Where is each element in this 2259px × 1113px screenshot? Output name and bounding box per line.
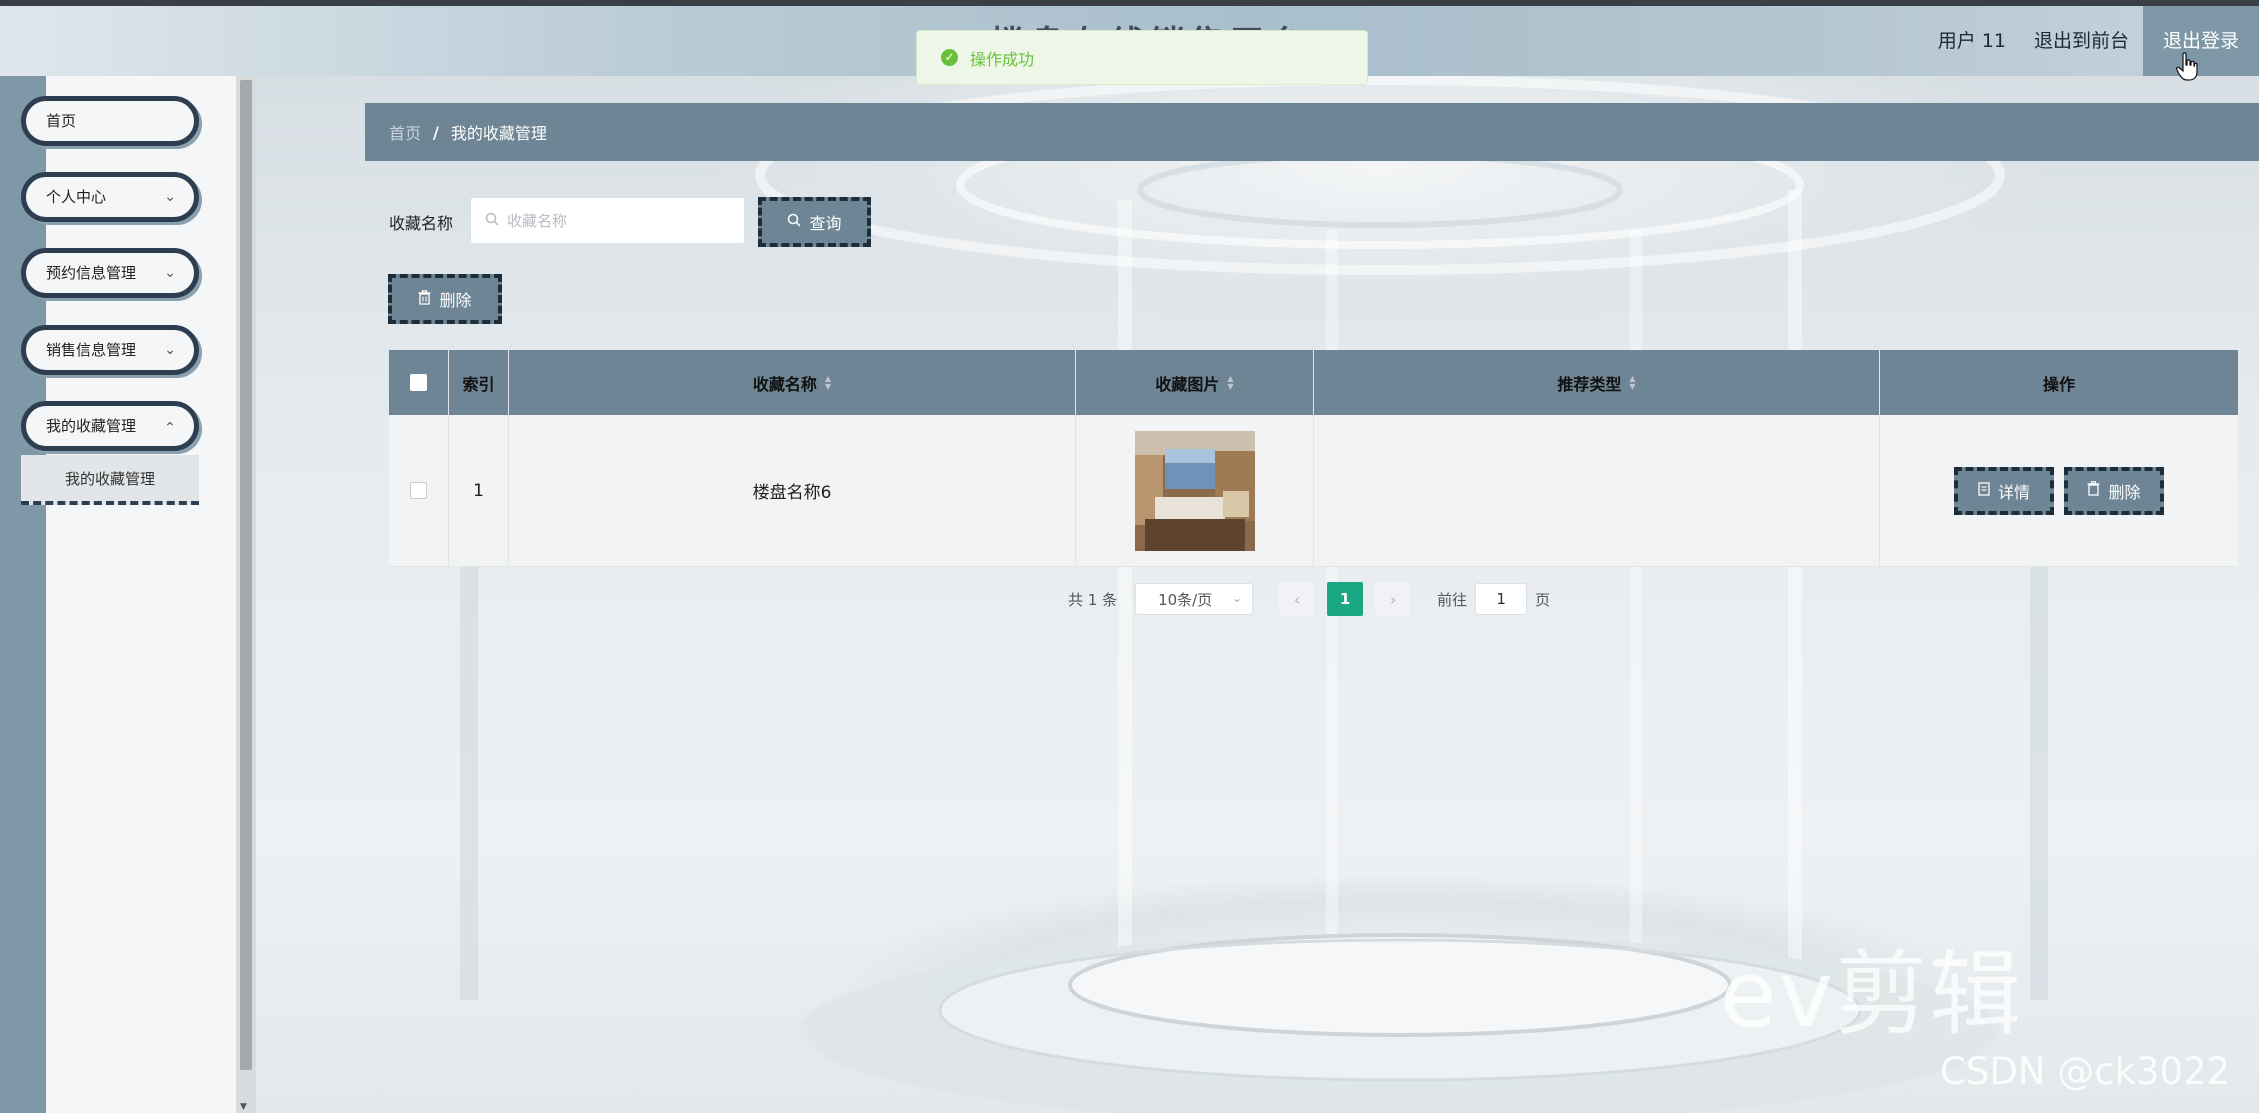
breadcrumb: 首页 / 我的收藏管理 — [365, 103, 2259, 161]
sidebar — [46, 76, 236, 1113]
header-actions: 用户 11 退出到前台 退出登录 — [1924, 6, 2259, 76]
query-button[interactable]: 查询 — [758, 197, 871, 247]
chevron-down-icon: ⌄ — [164, 342, 176, 358]
sidebar-item-home[interactable]: 首页 — [21, 96, 199, 146]
hand-cursor-icon — [2176, 52, 2198, 81]
submenu-item-my-favorites[interactable]: 我的收藏管理 — [21, 455, 199, 505]
sidebar-item-label: 销售信息管理 — [46, 341, 137, 359]
header-type-label: 推荐类型 — [1557, 374, 1622, 394]
favorites-table: 索引 收藏名称 ▲▼ 收藏图片 ▲▼ 推荐类型 ▲▼ 操作 1 楼盘名称6 — [389, 350, 2238, 567]
prev-page-button[interactable]: ‹ — [1279, 582, 1316, 616]
goto-page-suffix: 页 — [1535, 590, 1551, 609]
chevron-down-icon: ⌄ — [1232, 591, 1243, 605]
current-user: 用户 11 — [1937, 30, 2006, 52]
detail-button-label: 详情 — [1997, 482, 2030, 502]
row-image-cell — [1076, 415, 1314, 566]
csdn-watermark: CSDN @ck3022 — [1940, 1050, 2231, 1093]
sidebar-item-label: 预约信息管理 — [46, 264, 137, 282]
chevron-right-icon: › — [1389, 589, 1397, 609]
page-size-value: 10条/页 — [1158, 590, 1213, 609]
property-room-image[interactable] — [1134, 430, 1255, 551]
back-to-front-link[interactable]: 退出到前台 — [2020, 6, 2143, 76]
header-select-all-cell — [389, 350, 449, 415]
scroll-down-arrow-icon[interactable]: ▼ — [240, 1102, 247, 1112]
header-name-label: 收藏名称 — [752, 374, 817, 394]
search-icon — [485, 212, 499, 230]
table-header-row: 索引 收藏名称 ▲ ▼ 收藏图片 ▲ ▼ 推荐类型 ▲ ▼ 操作 — [389, 350, 2238, 415]
row-delete-label: 删除 — [2108, 482, 2141, 502]
sidebar-item-reservation-management[interactable]: 预约信息管理 ⌄ — [21, 248, 199, 298]
sidebar-item-label: 个人中心 — [46, 188, 107, 206]
sidebar-item-sales-management[interactable]: 销售信息管理 ⌄ — [21, 325, 199, 375]
sort-icon[interactable]: ▲ ▼ — [825, 374, 831, 391]
breadcrumb-separator: / — [433, 122, 439, 142]
batch-delete-label: 删除 — [439, 291, 472, 310]
logout-button[interactable]: 退出登录 — [2142, 6, 2259, 76]
goto-page-input[interactable]: 1 — [1475, 583, 1528, 615]
sidebar-item-label: 首页 — [46, 112, 77, 130]
trash-icon — [418, 289, 431, 309]
header-name[interactable]: 收藏名称 ▲ ▼ — [509, 350, 1076, 415]
success-toast: ✓ 操作成功 — [916, 30, 1368, 85]
next-page-button[interactable]: › — [1375, 582, 1412, 616]
page-size-select[interactable]: 10条/页 ⌄ — [1135, 583, 1254, 615]
search-label: 收藏名称 — [389, 214, 454, 233]
sort-icon[interactable]: ▲ ▼ — [1227, 374, 1233, 391]
header-index: 索引 — [449, 350, 509, 415]
sidebar-item-label: 我的收藏管理 — [46, 417, 137, 435]
chevron-up-icon: ⌄ — [164, 418, 176, 434]
header-type[interactable]: 推荐类型 ▲ ▼ — [1314, 350, 1880, 415]
search-input[interactable]: 收藏名称 — [470, 197, 745, 244]
select-all-checkbox[interactable] — [410, 374, 427, 391]
chevron-down-icon: ⌄ — [164, 265, 176, 281]
pagination: 共 1 条 10条/页 ⌄ ‹ 1 › 前往 1 页 — [1068, 582, 1551, 616]
table-row: 1 楼盘名称6 详情 删除 — [389, 415, 2238, 567]
page-number-current[interactable]: 1 — [1327, 582, 1364, 616]
sidebar-item-favorites-management[interactable]: 我的收藏管理 ⌄ — [21, 401, 199, 451]
breadcrumb-current: 我的收藏管理 — [450, 124, 547, 143]
pagination-total: 共 1 条 — [1068, 590, 1118, 609]
row-checkbox[interactable] — [410, 482, 427, 499]
query-button-label: 查询 — [809, 214, 842, 233]
batch-delete-button[interactable]: 删除 — [388, 274, 502, 324]
row-name: 楼盘名称6 — [509, 415, 1076, 566]
breadcrumb-home-link[interactable]: 首页 — [389, 120, 421, 144]
ev-editor-watermark: ev剪辑 — [1720, 941, 2024, 1048]
sidebar-scroll-thumb[interactable] — [240, 80, 252, 1070]
row-type — [1314, 415, 1880, 566]
document-icon — [1978, 481, 1990, 500]
toast-message: 操作成功 — [970, 49, 1035, 69]
detail-button[interactable]: 详情 — [1954, 466, 2054, 515]
header-image[interactable]: 收藏图片 ▲ ▼ — [1076, 350, 1314, 415]
sidebar-item-personal-center[interactable]: 个人中心 ⌄ — [21, 172, 199, 222]
row-select-cell — [389, 415, 449, 566]
sort-icon[interactable]: ▲ ▼ — [1629, 374, 1635, 391]
search-placeholder: 收藏名称 — [507, 212, 568, 230]
trash-icon — [2087, 481, 2100, 500]
chevron-down-icon: ⌄ — [164, 189, 176, 205]
goto-label: 前往 — [1437, 590, 1468, 609]
row-index: 1 — [449, 415, 509, 566]
row-ops: 详情 删除 — [1880, 415, 2238, 566]
sidebar-rail — [0, 76, 46, 1113]
check-circle-icon: ✓ — [941, 49, 958, 66]
header-ops: 操作 — [2042, 374, 2075, 394]
header-image-label: 收藏图片 — [1155, 374, 1220, 394]
row-delete-button[interactable]: 删除 — [2064, 466, 2164, 515]
chevron-left-icon: ‹ — [1293, 589, 1301, 609]
search-icon — [787, 213, 802, 231]
